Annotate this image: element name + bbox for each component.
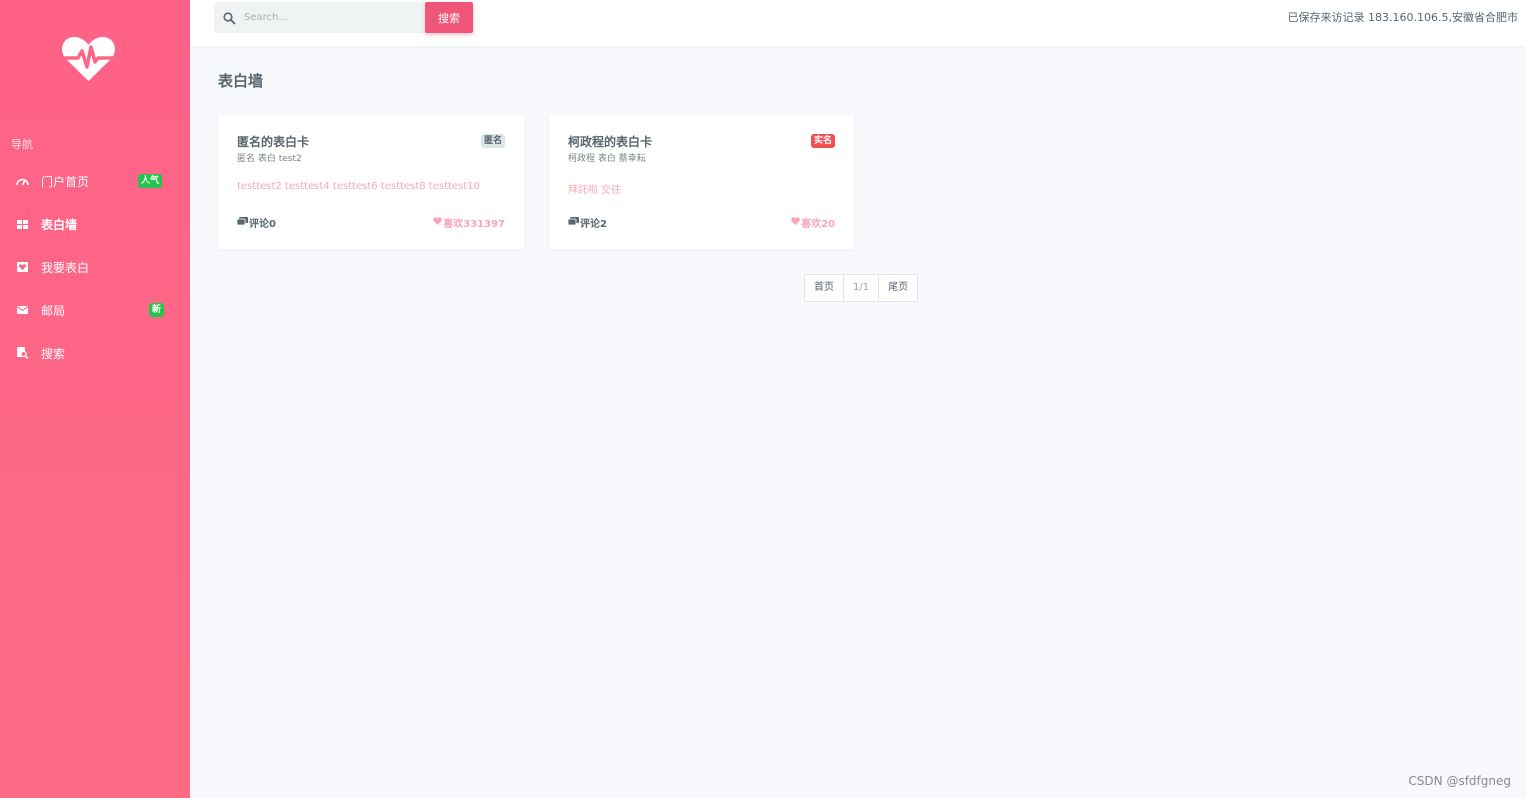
pagination: 首页 1/1 尾页 (804, 274, 919, 302)
card-subtitle: 柯政程 表白 蔡幸耘 (568, 154, 646, 164)
nav-heading: 导航 (11, 138, 33, 151)
confession-card[interactable]: 匿名的表白卡 匿名 表白 test2 匿名 testtest2 testtest… (218, 115, 524, 249)
current-page-indicator: 1/1 (844, 275, 880, 301)
grid-icon (16, 218, 29, 231)
card-title: 柯政程的表白卡 (568, 135, 653, 149)
comments-link[interactable]: 评论2 (567, 215, 607, 230)
visit-record-text: 已保存来访记录 183.160.106.5,安徽省合肥市 (1287, 11, 1518, 24)
last-page-button[interactable]: 尾页 (879, 275, 917, 301)
comments-count: 评论2 (580, 219, 607, 230)
comments-count: 评论0 (249, 219, 276, 230)
like-button[interactable]: 喜欢331397 (433, 215, 505, 230)
sidebar-item-confession-wall[interactable]: 表白墙 (0, 206, 190, 242)
sidebar-item-label: 邮局 (41, 303, 66, 318)
real-name-badge: 实名 (810, 134, 835, 148)
search-icon (223, 10, 236, 29)
card-content: testtest2 testtest4 testtest6 testtest8 … (237, 181, 480, 192)
sidebar-item-label: 门户首页 (41, 174, 90, 189)
sidebar-item-label: 搜索 (41, 346, 66, 361)
sidebar-item-home[interactable]: 门户首页 人气 (0, 163, 190, 199)
heartbeat-logo-icon[interactable] (60, 34, 117, 84)
card-title: 匿名的表白卡 (237, 135, 310, 149)
comment-icon (567, 216, 580, 229)
anonymous-badge: 匿名 (480, 134, 505, 148)
like-button[interactable]: 喜欢20 (791, 215, 835, 230)
new-badge: 新 (149, 303, 165, 317)
card-content: 拜託啦 交往 (568, 185, 622, 196)
comment-icon (236, 216, 249, 229)
search-button[interactable]: 搜索 (425, 2, 473, 33)
first-page-button[interactable]: 首页 (805, 275, 844, 301)
top-header: 搜索 已保存来访记录 183.160.106.5,安徽省合肥市 (190, 0, 1526, 46)
sidebar-item-label: 我要表白 (41, 260, 90, 275)
search-input[interactable] (244, 9, 414, 26)
sidebar: 导航 门户首页 人气 表白墙 我要表白 邮局 新 搜索 (0, 0, 190, 798)
heart-icon (433, 217, 443, 228)
page-title: 表白墙 (218, 72, 264, 90)
popular-badge: 人气 (138, 174, 163, 188)
watermark: CSDN @sfdfgneg (1408, 774, 1511, 788)
heart-box-icon (16, 261, 29, 274)
sidebar-item-post-office[interactable]: 邮局 新 (0, 292, 190, 328)
search-file-icon (16, 347, 29, 360)
sidebar-item-search[interactable]: 搜索 (0, 335, 190, 371)
confession-card[interactable]: 柯政程的表白卡 柯政程 表白 蔡幸耘 实名 拜託啦 交往 评论2 喜欢20 (549, 115, 854, 249)
card-subtitle: 匿名 表白 test2 (237, 154, 302, 164)
comments-link[interactable]: 评论0 (236, 215, 276, 230)
likes-count: 喜欢20 (801, 219, 835, 230)
likes-count: 喜欢331397 (443, 219, 505, 230)
sidebar-item-label: 表白墙 (41, 217, 78, 232)
sidebar-item-confess[interactable]: 我要表白 (0, 249, 190, 285)
mail-icon (16, 304, 29, 317)
heart-icon (791, 217, 801, 228)
speedometer-icon (16, 175, 29, 188)
search-box (214, 2, 426, 33)
